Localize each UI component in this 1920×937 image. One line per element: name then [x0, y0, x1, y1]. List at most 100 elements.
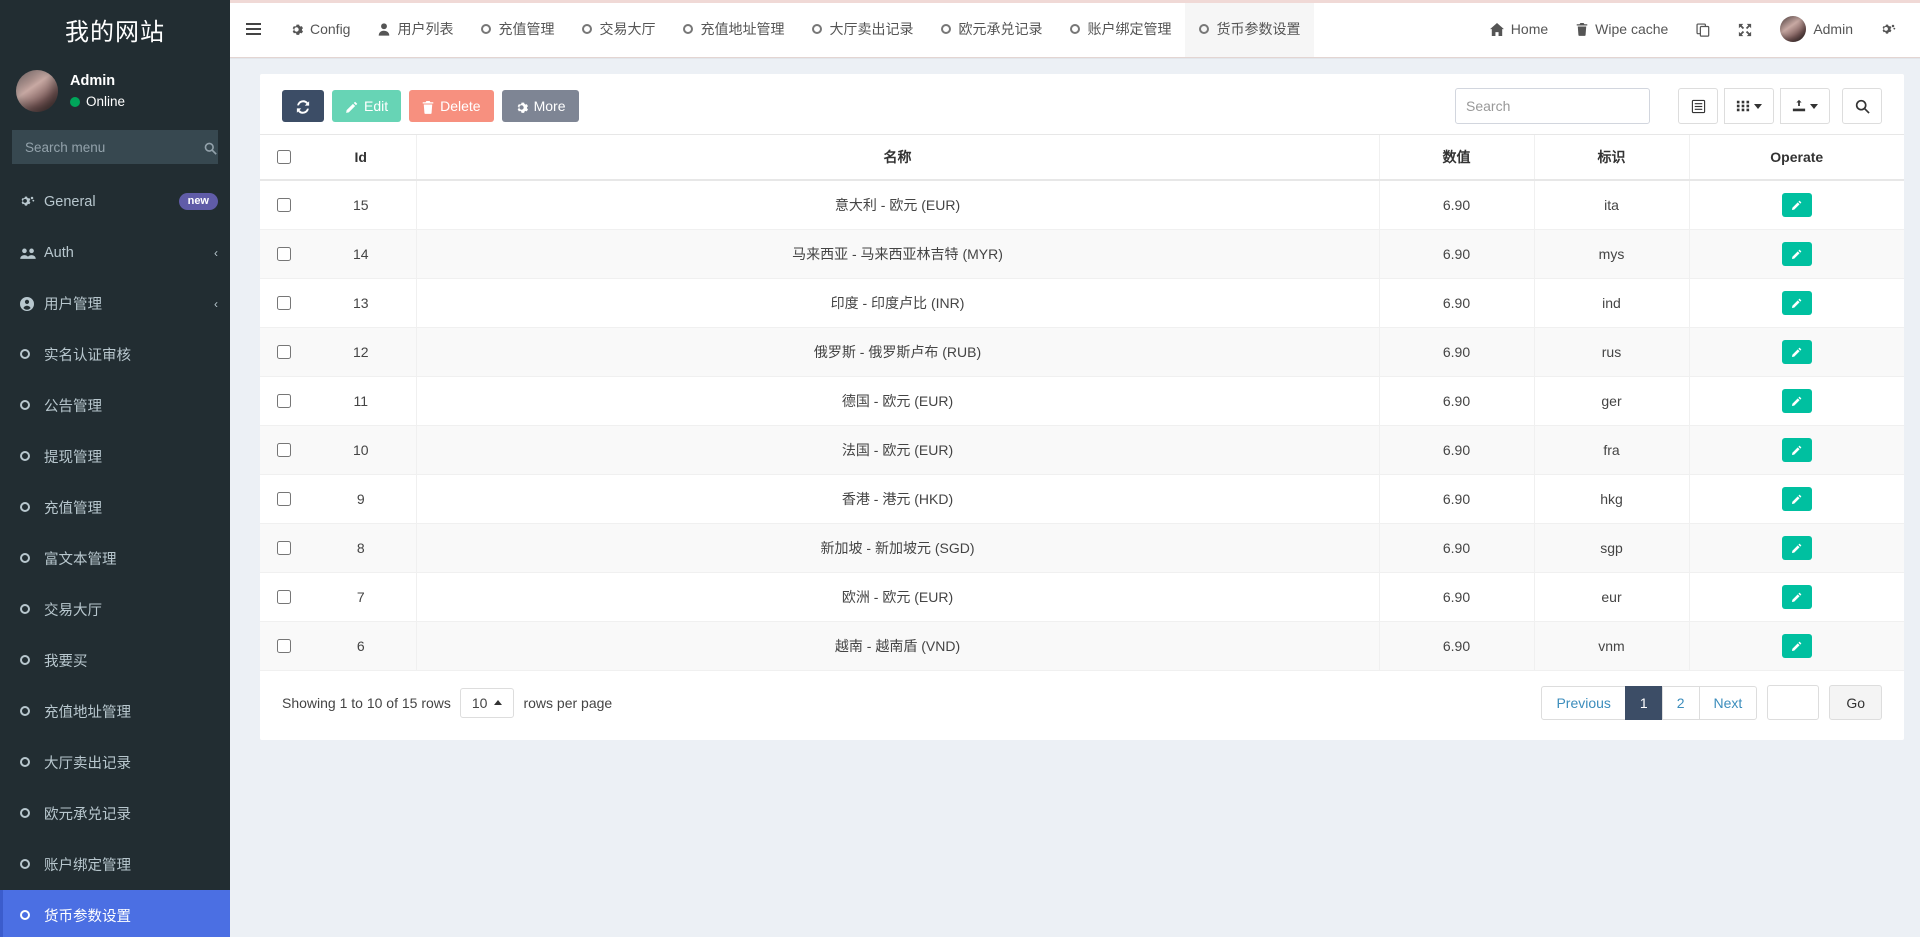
- sidebar-item-4[interactable]: 公告管理: [0, 380, 230, 431]
- sidebar-item-13[interactable]: 账户绑定管理: [0, 839, 230, 890]
- row-checkbox[interactable]: [277, 247, 291, 261]
- sidebar-item-3[interactable]: 实名认证审核: [0, 329, 230, 380]
- cell-flag: eur: [1534, 573, 1689, 622]
- brand-title[interactable]: 我的网站: [0, 0, 230, 58]
- avatar: [16, 70, 58, 112]
- table-row[interactable]: 8新加坡 - 新加坡元 (SGD)6.90sgp: [260, 524, 1904, 573]
- table-row[interactable]: 11德国 - 欧元 (EUR)6.90ger: [260, 377, 1904, 426]
- header-id[interactable]: Id: [306, 135, 416, 181]
- search-icon[interactable]: [204, 139, 217, 155]
- tab-7[interactable]: 账户绑定管理: [1056, 0, 1185, 57]
- row-edit-button[interactable]: [1782, 536, 1812, 560]
- table-row[interactable]: 15意大利 - 欧元 (EUR)6.90ita: [260, 180, 1904, 230]
- row-edit-button[interactable]: [1782, 438, 1812, 462]
- tab-8[interactable]: 货币参数设置: [1185, 0, 1314, 57]
- table-row[interactable]: 9香港 - 港元 (HKD)6.90hkg: [260, 475, 1904, 524]
- columns-list-icon[interactable]: [1678, 88, 1718, 124]
- goto-page-input[interactable]: [1767, 685, 1819, 720]
- sidebar-item-10[interactable]: 充值地址管理: [0, 686, 230, 737]
- row-checkbox[interactable]: [277, 590, 291, 604]
- circle-o-icon: [20, 451, 30, 461]
- table-row[interactable]: 14马来西亚 - 马来西亚林吉特 (MYR)6.90mys: [260, 230, 1904, 279]
- page-size-select[interactable]: 10: [460, 688, 515, 718]
- more-button[interactable]: More: [502, 90, 579, 122]
- tab-label: 账户绑定管理: [1087, 19, 1171, 39]
- search-input[interactable]: [1455, 88, 1650, 124]
- cell-id: 12: [306, 328, 416, 377]
- tab-3[interactable]: 交易大厅: [568, 0, 669, 57]
- table-row[interactable]: 12俄罗斯 - 俄罗斯卢布 (RUB)6.90rus: [260, 328, 1904, 377]
- header-value[interactable]: 数值: [1379, 135, 1534, 181]
- cell-value: 6.90: [1379, 180, 1534, 230]
- topbar-action-clone-icon[interactable]: [1682, 0, 1724, 57]
- select-all-checkbox[interactable]: [277, 150, 291, 164]
- topbar-action-gears-icon[interactable]: [1867, 0, 1910, 57]
- table-row[interactable]: 13印度 - 印度卢比 (INR)6.90ind: [260, 279, 1904, 328]
- tab-0[interactable]: Config: [276, 0, 364, 57]
- delete-button[interactable]: Delete: [409, 90, 493, 122]
- row-checkbox[interactable]: [277, 492, 291, 506]
- cell-id: 8: [306, 524, 416, 573]
- pagination-page-2[interactable]: 2: [1662, 686, 1700, 720]
- page-size-value: 10: [472, 695, 488, 711]
- row-edit-button[interactable]: [1782, 389, 1812, 413]
- grid-icon[interactable]: [1724, 88, 1774, 124]
- tab-1[interactable]: 用户列表: [364, 0, 467, 57]
- tab-4[interactable]: 充值地址管理: [669, 0, 798, 57]
- row-checkbox[interactable]: [277, 639, 291, 653]
- row-edit-button[interactable]: [1782, 340, 1812, 364]
- sidebar-search[interactable]: [12, 130, 218, 164]
- export-icon[interactable]: [1780, 88, 1830, 124]
- search-menu-input[interactable]: [23, 139, 204, 156]
- gears-icon: [20, 194, 35, 209]
- topbar-action-home[interactable]: Home: [1476, 0, 1562, 57]
- table-row[interactable]: 6越南 - 越南盾 (VND)6.90vnm: [260, 622, 1904, 671]
- row-checkbox[interactable]: [277, 443, 291, 457]
- table-row[interactable]: 10法国 - 欧元 (EUR)6.90fra: [260, 426, 1904, 475]
- row-edit-button[interactable]: [1782, 634, 1812, 658]
- header-name[interactable]: 名称: [416, 135, 1379, 181]
- circle-o-icon: [20, 757, 30, 767]
- sidebar-item-9[interactable]: 我要买: [0, 635, 230, 686]
- cell-value: 6.90: [1379, 377, 1534, 426]
- row-checkbox[interactable]: [277, 345, 291, 359]
- tab-5[interactable]: 大厅卖出记录: [798, 0, 927, 57]
- hamburger-icon[interactable]: [230, 0, 276, 57]
- sidebar-item-label: 货币参数设置: [44, 905, 218, 926]
- sidebar-item-12[interactable]: 欧元承兑记录: [0, 788, 230, 839]
- cell-name: 法国 - 欧元 (EUR): [416, 426, 1379, 475]
- row-checkbox[interactable]: [277, 541, 291, 555]
- tab-2[interactable]: 充值管理: [467, 0, 568, 57]
- row-edit-button[interactable]: [1782, 585, 1812, 609]
- pagination-previous[interactable]: Previous: [1541, 686, 1625, 720]
- table-row[interactable]: 7欧洲 - 欧元 (EUR)6.90eur: [260, 573, 1904, 622]
- topbar-action-admin[interactable]: Admin: [1766, 0, 1867, 57]
- sidebar-item-label: 富文本管理: [44, 548, 218, 569]
- sidebar-item-14[interactable]: 货币参数设置: [0, 890, 230, 937]
- topbar-action-wipe-cache[interactable]: Wipe cache: [1562, 0, 1682, 57]
- sidebar-item-2[interactable]: 用户管理‹: [0, 278, 230, 329]
- row-edit-button[interactable]: [1782, 242, 1812, 266]
- topbar-action-expand-icon[interactable]: [1724, 0, 1766, 57]
- row-edit-button[interactable]: [1782, 487, 1812, 511]
- edit-button[interactable]: Edit: [332, 90, 401, 122]
- sidebar-item-11[interactable]: 大厅卖出记录: [0, 737, 230, 788]
- pagination-page-1[interactable]: 1: [1625, 686, 1663, 720]
- row-checkbox[interactable]: [277, 394, 291, 408]
- sidebar-item-7[interactable]: 富文本管理: [0, 533, 230, 584]
- header-flag[interactable]: 标识: [1534, 135, 1689, 181]
- row-checkbox[interactable]: [277, 296, 291, 310]
- sidebar-item-8[interactable]: 交易大厅: [0, 584, 230, 635]
- sidebar-item-1[interactable]: Auth‹: [0, 227, 230, 278]
- tab-6[interactable]: 欧元承兑记录: [927, 0, 1056, 57]
- row-checkbox[interactable]: [277, 198, 291, 212]
- sidebar-item-6[interactable]: 充值管理: [0, 482, 230, 533]
- row-edit-button[interactable]: [1782, 291, 1812, 315]
- go-button[interactable]: Go: [1829, 685, 1882, 720]
- sidebar-item-0[interactable]: Generalnew: [0, 176, 230, 227]
- row-edit-button[interactable]: [1782, 193, 1812, 217]
- search-icon[interactable]: [1842, 88, 1882, 124]
- sidebar-item-5[interactable]: 提现管理: [0, 431, 230, 482]
- refresh-button[interactable]: [282, 90, 324, 122]
- pagination-next[interactable]: Next: [1699, 686, 1758, 720]
